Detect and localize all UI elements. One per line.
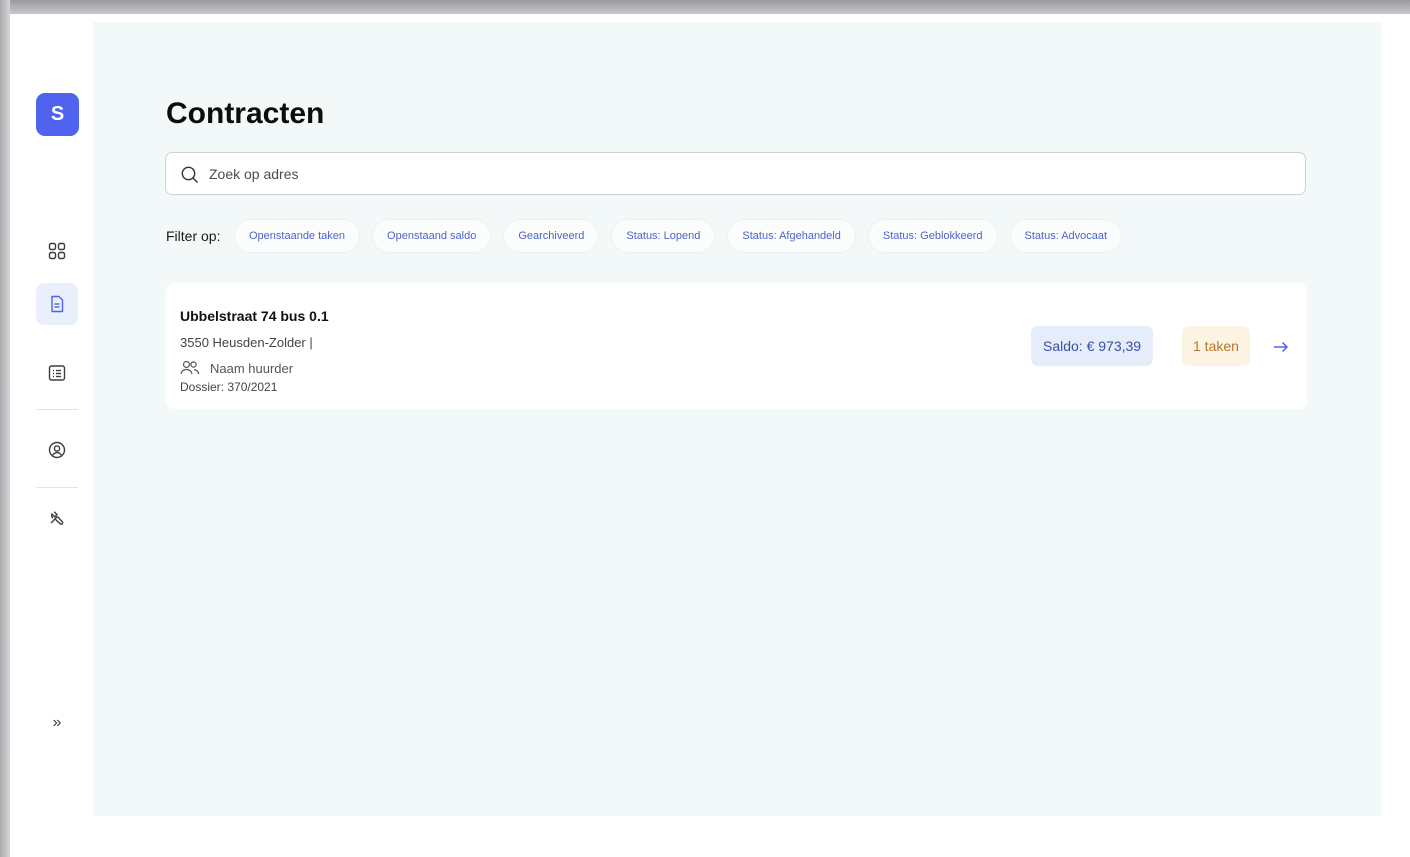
document-icon xyxy=(51,295,64,313)
filter-chip-status-lawyer[interactable]: Status: Advocaat xyxy=(1009,219,1123,253)
filter-chip-status-running[interactable]: Status: Lopend xyxy=(611,219,716,253)
page-title: Contracten xyxy=(166,97,325,130)
dashboard-grid-icon xyxy=(48,242,66,260)
search-bar[interactable] xyxy=(165,152,1306,195)
filter-chip-status-completed[interactable]: Status: Afgehandeld xyxy=(727,219,856,253)
filter-chip-open-tasks[interactable]: Openstaande taken xyxy=(234,219,361,253)
sidebar-item-dashboard[interactable] xyxy=(36,230,78,272)
search-icon xyxy=(181,166,198,183)
filter-label: Filter op: xyxy=(166,228,221,244)
sidebar-item-list[interactable] xyxy=(36,352,78,394)
contract-tenant: Naam huurder xyxy=(180,360,293,376)
sidebar-item-contracts[interactable] xyxy=(36,283,78,325)
sidebar-expand-button[interactable]: » xyxy=(36,702,78,744)
tenant-name: Naam huurder xyxy=(210,360,294,376)
main-content xyxy=(93,22,1382,816)
window-left-shadow xyxy=(0,0,10,857)
app-logo[interactable]: S xyxy=(36,93,79,136)
filter-chips: Openstaande taken Openstaand saldo Gearc… xyxy=(234,219,1123,253)
contract-dossier: Dossier: 370/2021 xyxy=(180,380,278,394)
tools-icon xyxy=(50,511,64,525)
filter-chip-status-blocked[interactable]: Status: Geblokkeerd xyxy=(867,219,998,253)
double-chevron-right-icon: » xyxy=(52,714,62,731)
filter-chip-archived[interactable]: Gearchiveerd xyxy=(503,219,600,253)
filter-chip-open-balance[interactable]: Openstaand saldo xyxy=(372,219,492,253)
tasks-badge: 1 taken xyxy=(1182,326,1250,366)
contract-address: Ubbelstraat 74 bus 0.1 xyxy=(180,308,329,324)
window-top-shadow xyxy=(0,0,1410,14)
contract-city: 3550 Heusden-Zolder | xyxy=(180,335,313,350)
contract-card[interactable]: Ubbelstraat 74 bus 0.1 3550 Heusden-Zold… xyxy=(166,283,1307,409)
sidebar-item-tools[interactable] xyxy=(36,497,78,539)
users-icon xyxy=(180,360,200,375)
saldo-badge: Saldo: € 973,39 xyxy=(1031,326,1154,366)
arrow-right-icon[interactable] xyxy=(1272,340,1290,354)
search-input[interactable] xyxy=(209,153,1289,194)
user-circle-icon xyxy=(48,441,66,459)
sidebar-divider xyxy=(36,487,78,488)
list-icon xyxy=(48,365,66,381)
sidebar-divider xyxy=(36,409,78,410)
sidebar-item-account[interactable] xyxy=(36,429,78,471)
